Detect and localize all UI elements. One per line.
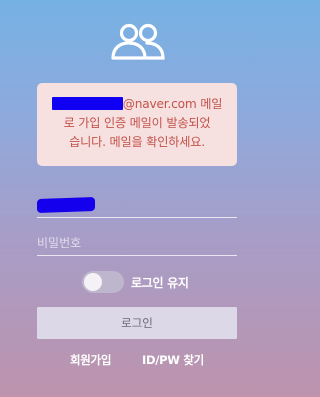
notice-box: @naver.com 메일 로 가입 인증 메일이 발송되었 습니다. 메일을 … [37, 83, 237, 166]
id-field-redaction[interactable] [37, 196, 95, 214]
email-redaction [51, 97, 123, 110]
users-icon [111, 23, 165, 60]
notice-text-2: 로 가입 인증 메일이 발송되었 [63, 116, 211, 130]
id-field-underline [37, 217, 237, 218]
find-id-pw-link[interactable]: ID/PW 찾기 [142, 352, 204, 368]
keep-login-label: 로그인 유지 [131, 276, 189, 290]
notice-email-domain: @naver.com [122, 97, 197, 111]
signup-link[interactable]: 회원가입 [70, 352, 111, 368]
keep-login-toggle[interactable] [82, 271, 124, 293]
password-field-underline [37, 255, 237, 256]
password-field[interactable] [37, 232, 237, 254]
login-button[interactable]: 로그인 [37, 307, 237, 339]
notice-text-1: 메일 [196, 97, 223, 111]
toggle-knob [84, 273, 102, 291]
notice-text-3: 습니다. 메일을 확인하세요. [69, 135, 205, 149]
